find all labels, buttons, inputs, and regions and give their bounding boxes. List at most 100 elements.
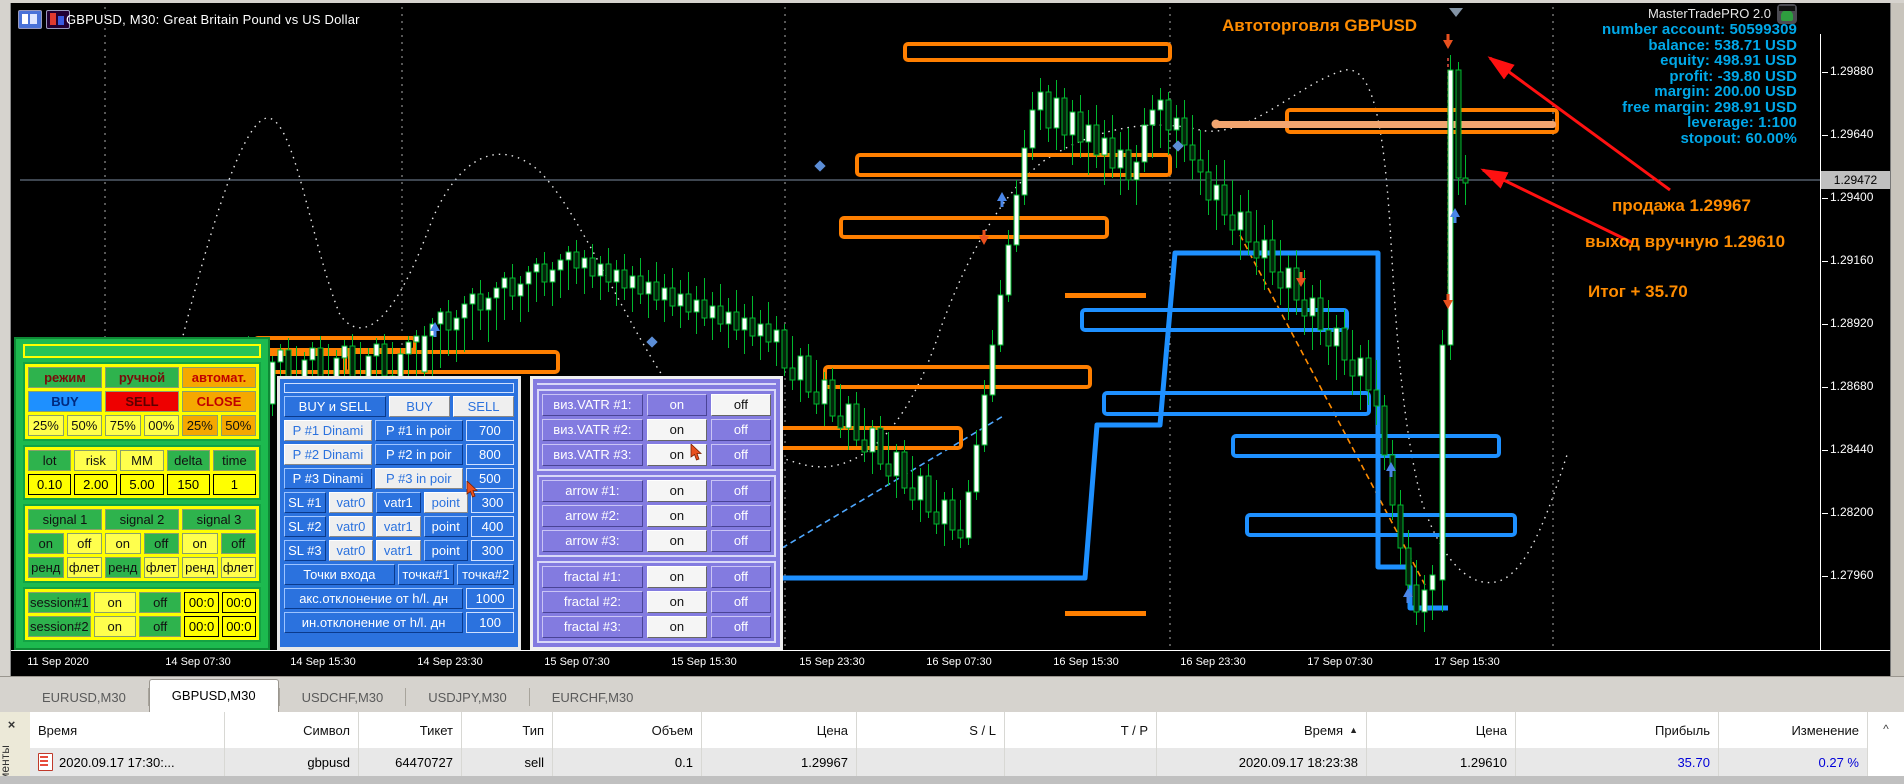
session-off[interactable]: off	[138, 592, 182, 613]
off-button[interactable]: off	[710, 505, 771, 527]
value-field[interactable]: 300	[470, 540, 514, 561]
percent-button[interactable]: 50%	[66, 415, 102, 436]
signal-button[interactable]: signal 2	[105, 509, 179, 530]
setting-button[interactable]: точка#1	[397, 564, 455, 585]
setting-button[interactable]: P #2 Dinami	[284, 444, 372, 465]
off-button[interactable]: off	[710, 566, 771, 588]
on-button[interactable]: on	[646, 394, 707, 416]
session-off[interactable]: off	[138, 616, 182, 637]
setting-button[interactable]: точка#2	[457, 564, 514, 585]
session-time-input[interactable]: 00:0	[184, 616, 219, 637]
tab-usdjpy-m30[interactable]: USDJPY,M30	[406, 683, 529, 712]
col-header-Символ[interactable]: Символ	[225, 712, 359, 748]
on-button[interactable]: on	[646, 419, 707, 441]
value-field[interactable]: 1000	[466, 588, 514, 609]
col-header-Изменение[interactable]: Изменение	[1719, 712, 1868, 748]
setting-button[interactable]: SL #1	[284, 492, 326, 513]
time-axis[interactable]: 11 Sep 2020 14 Sep 07:30 14 Sep 15:30 14 Se…	[10, 651, 1890, 676]
value-field[interactable]: 800	[465, 444, 514, 465]
on-button[interactable]: on	[646, 591, 707, 613]
close-icon[interactable]: ×	[3, 716, 20, 733]
col-header-Тикет[interactable]: Тикет	[359, 712, 462, 748]
param-header-time[interactable]: time	[212, 450, 257, 471]
col-header-Тип[interactable]: Тип	[462, 712, 553, 748]
close-button[interactable]: CLOSE	[182, 391, 256, 412]
setting-button[interactable]: point	[423, 492, 468, 513]
setting-button[interactable]: vatr0	[328, 492, 374, 513]
percent-button[interactable]: 75%	[105, 415, 141, 436]
on-button[interactable]: on	[646, 505, 707, 527]
on-button[interactable]: on	[646, 530, 707, 552]
tab-usdchf-m30[interactable]: USDCHF,M30	[280, 683, 406, 712]
trend-flat-toggle[interactable]: флет	[143, 557, 179, 578]
session-label[interactable]: session#1	[28, 592, 91, 613]
setting-button[interactable]: point	[423, 516, 468, 537]
session-time-input[interactable]: 00:0	[184, 592, 219, 613]
col-header-Время[interactable]: Время ▲	[1157, 712, 1367, 748]
off-button[interactable]: off	[710, 530, 771, 552]
session-time-input[interactable]: 00:0	[221, 592, 256, 613]
on-button[interactable]: on	[646, 616, 707, 638]
value-field[interactable]: 400	[470, 516, 514, 537]
setting-button[interactable]: акс.отклонение от h/l. дн	[284, 588, 464, 609]
off-button[interactable]: off	[710, 419, 771, 441]
col-header-S / L[interactable]: S / L	[857, 712, 1005, 748]
panel-drag-strip[interactable]	[284, 383, 514, 393]
percent-button[interactable]: 25%	[182, 415, 218, 436]
setting-button[interactable]: P #3 Dinami	[284, 468, 372, 489]
signal-toggle[interactable]: off	[220, 533, 256, 554]
on-button[interactable]: on	[646, 480, 707, 502]
panel-drag-strip[interactable]	[23, 344, 261, 358]
param-header-risk[interactable]: risk	[74, 450, 118, 471]
setting-button[interactable]: BUY и SELL	[284, 396, 387, 417]
col-header-Цена[interactable]: Цена	[702, 712, 857, 748]
tab-eurchf-m30[interactable]: EURCHF,M30	[530, 683, 656, 712]
on-button[interactable]: on	[646, 566, 707, 588]
table-row[interactable]: 2020.09.17 17:30:... gbpusd 64470727 sell 0.…	[30, 748, 1868, 776]
tab-eurusd-m30[interactable]: EURUSD,M30	[20, 683, 148, 712]
param-header-MM[interactable]: MM	[120, 450, 164, 471]
trend-flat-toggle[interactable]: ренд	[28, 557, 64, 578]
signal-toggle[interactable]: on	[182, 533, 218, 554]
col-header-Прибыль[interactable]: Прибыль	[1516, 712, 1719, 748]
signal-button[interactable]: signal 3	[182, 509, 256, 530]
manual-button[interactable]: ручной	[105, 367, 179, 388]
col-header-Объем[interactable]: Объем	[553, 712, 702, 748]
setting-button[interactable]: P #2 in poir	[374, 444, 463, 465]
trend-flat-toggle[interactable]: ренд	[182, 557, 218, 578]
percent-button[interactable]: 25%	[28, 415, 64, 436]
setting-button[interactable]: Точки входа	[284, 564, 395, 585]
sell-button[interactable]: SELL	[105, 391, 179, 412]
off-button[interactable]: off	[710, 480, 771, 502]
price-chart[interactable]	[0, 0, 1820, 650]
col-header-Время[interactable]: Время	[30, 712, 225, 748]
setting-button[interactable]: point	[423, 540, 468, 561]
signal-toggle[interactable]: on	[105, 533, 141, 554]
signal-toggle[interactable]: on	[28, 533, 64, 554]
trend-flat-toggle[interactable]: флет	[220, 557, 256, 578]
setting-button[interactable]: vatr1	[376, 540, 421, 561]
session-on[interactable]: on	[93, 616, 136, 637]
setting-button[interactable]: vatr1	[376, 516, 421, 537]
param-input[interactable]: 150	[166, 474, 210, 495]
session-on[interactable]: on	[93, 592, 136, 613]
session-time-input[interactable]: 00:0	[221, 616, 256, 637]
signal-toggle[interactable]: off	[66, 533, 102, 554]
price-axis[interactable]: 1.29880 1.29640 1.29400 1.29160 1.28920 1.286…	[1822, 0, 1890, 650]
param-header-delta[interactable]: delta	[166, 450, 210, 471]
signal-button[interactable]: signal 1	[28, 509, 102, 530]
session-label[interactable]: session#2	[28, 616, 91, 637]
setting-button[interactable]: ин.отклонение от h/l. дн	[284, 612, 464, 633]
trend-flat-toggle[interactable]: ренд	[105, 557, 141, 578]
window-right-strip[interactable]	[1890, 0, 1904, 712]
setting-button[interactable]: vatr1	[376, 492, 421, 513]
setting-button[interactable]: SELL	[453, 396, 514, 417]
setting-button[interactable]: P #3 in poir	[374, 468, 463, 489]
mode-button[interactable]: режим	[28, 367, 102, 388]
param-input[interactable]: 5.00	[120, 474, 164, 495]
value-field[interactable]: 100	[466, 612, 514, 633]
auto-button[interactable]: автомат.	[182, 367, 256, 388]
param-input[interactable]: 2.00	[74, 474, 118, 495]
value-field[interactable]: 700	[465, 420, 514, 441]
setting-button[interactable]: BUY	[389, 396, 451, 417]
